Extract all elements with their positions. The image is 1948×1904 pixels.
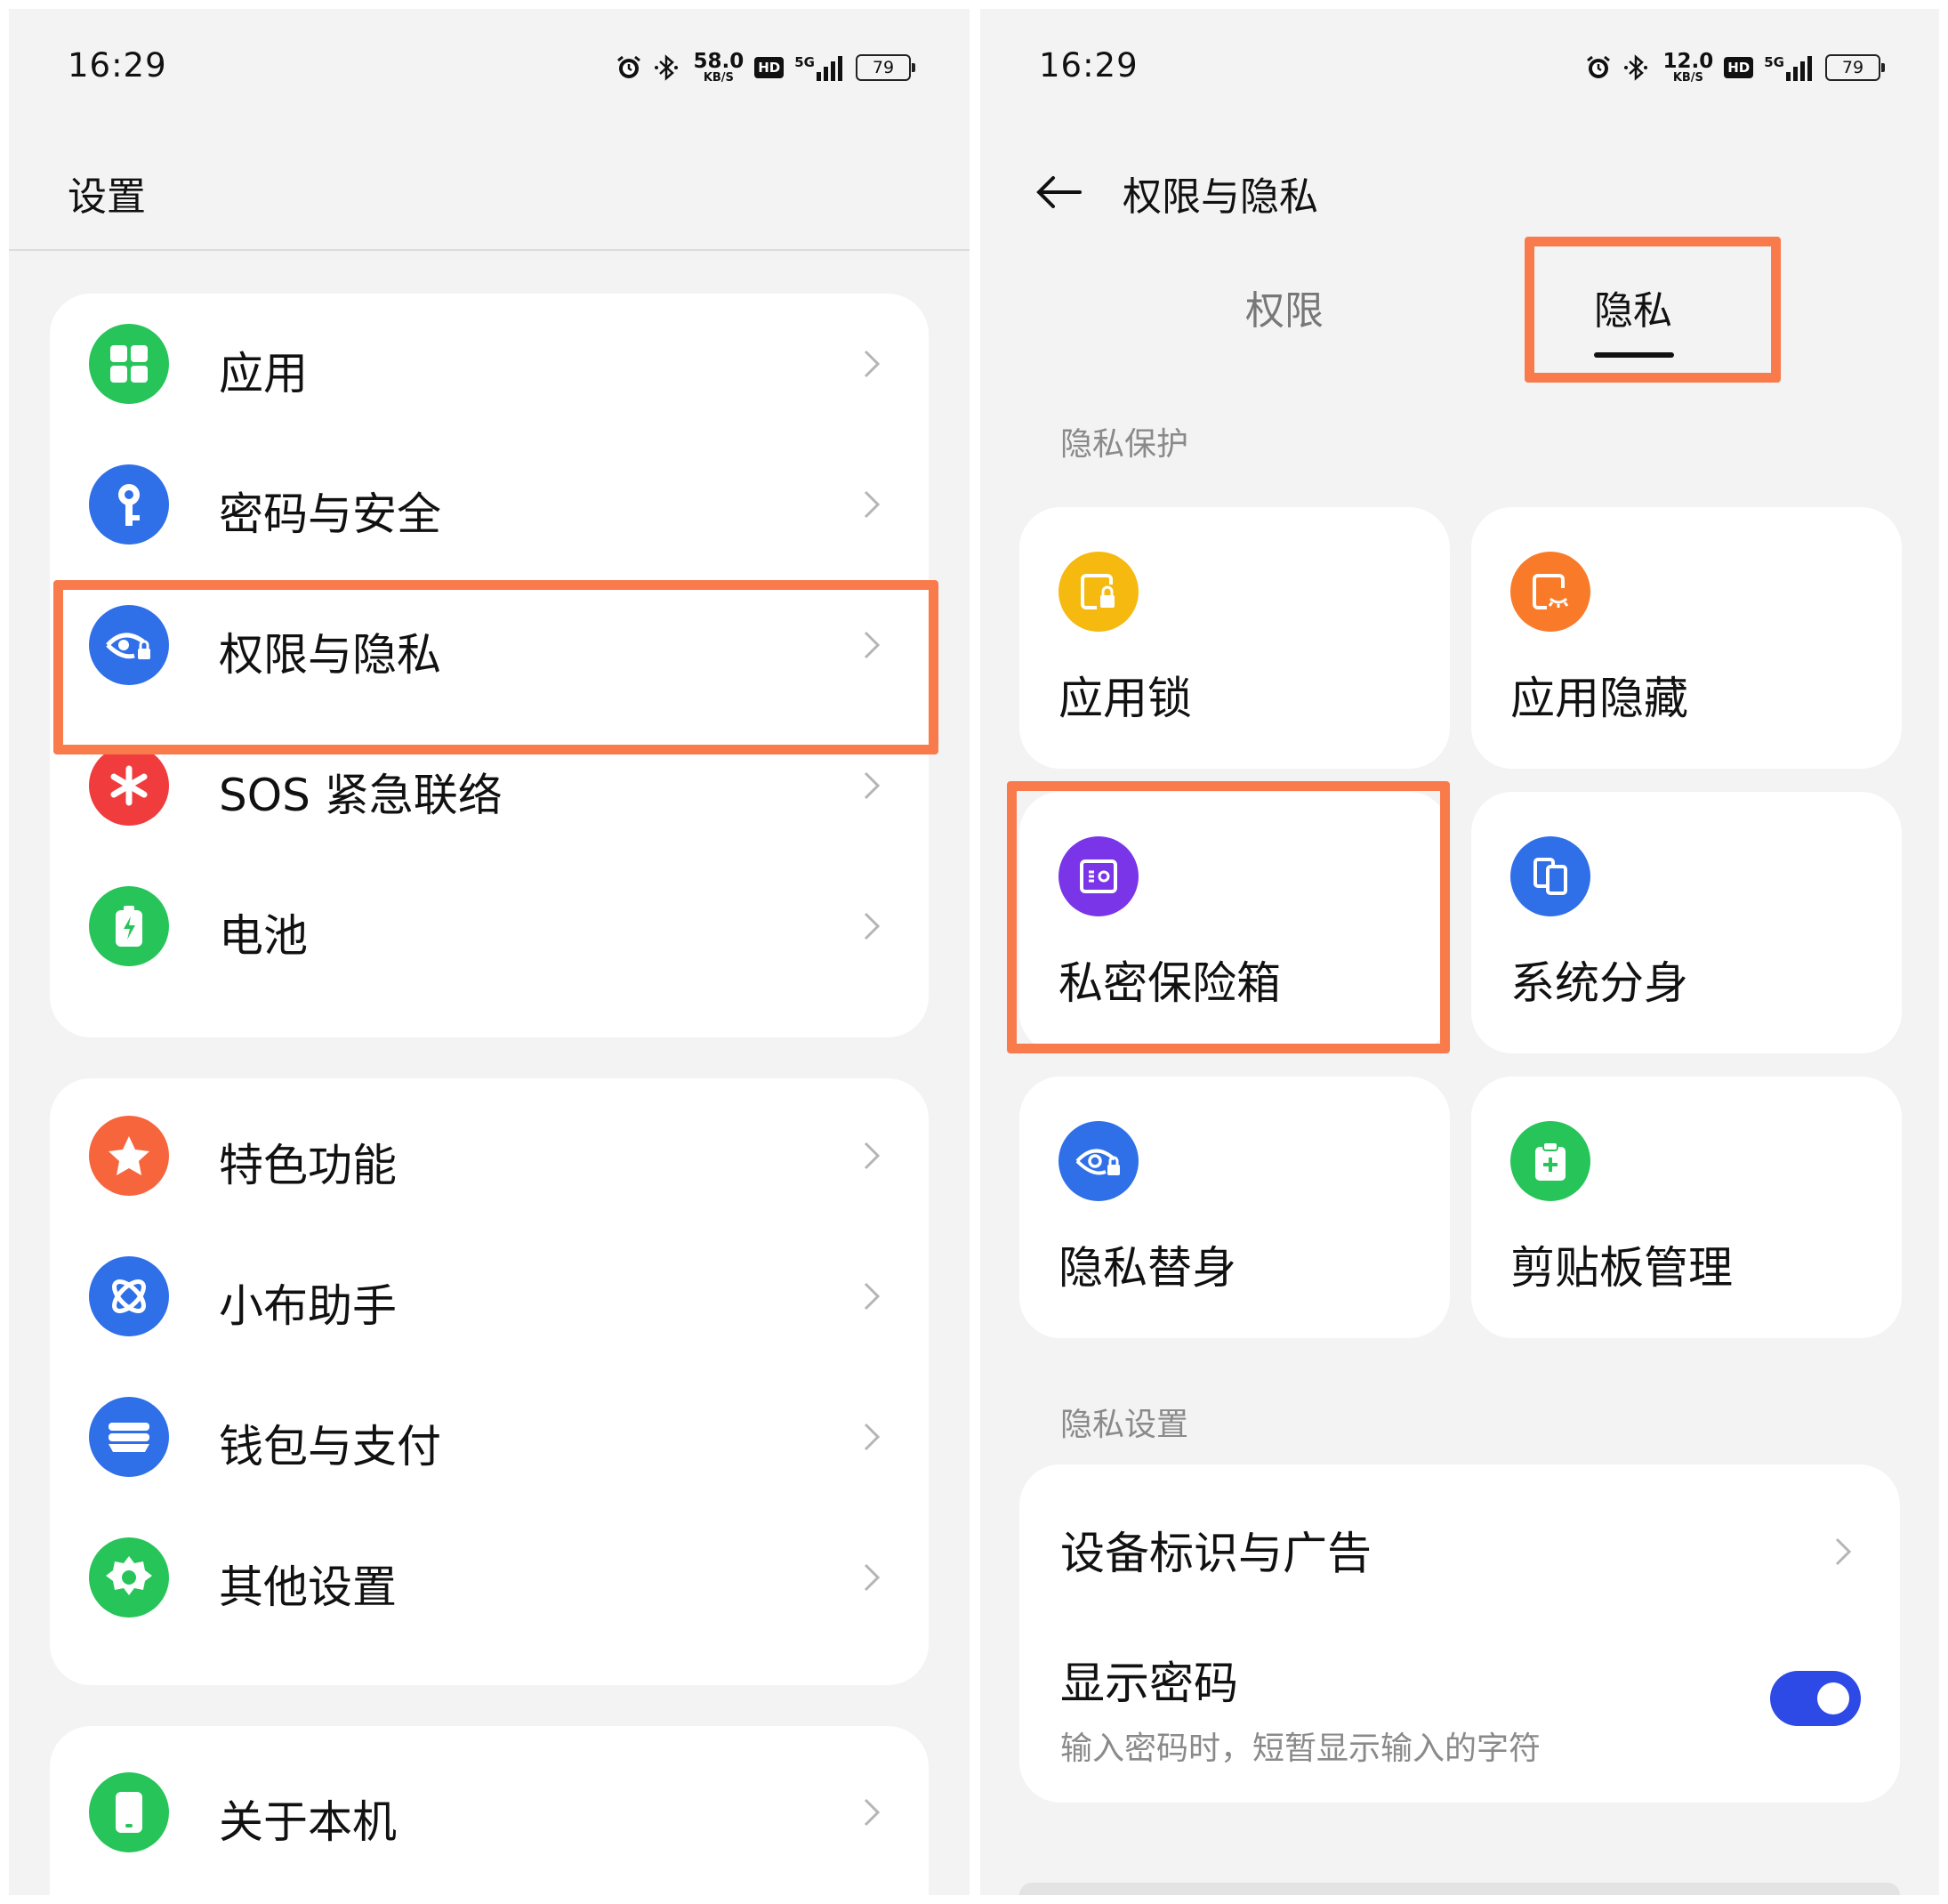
tab-permissions[interactable]: 权限 [1245,278,1324,335]
page-title: 设置 [68,174,146,220]
gear-icon [89,1537,169,1618]
alarm-icon [615,53,643,82]
settings-item-label: 钱包与支付 [219,1421,441,1472]
privacy-substitute-icon [1059,1121,1139,1201]
alarm-icon [1584,53,1613,82]
app-lock-icon [1059,552,1139,632]
settings-item-battery[interactable]: 电池 [50,856,929,996]
chevron-right-icon [864,771,881,800]
assistant-icon [89,1256,169,1336]
settings-item-wallet-payment[interactable]: 钱包与支付 [50,1367,929,1507]
tile-privacy-substitute[interactable]: 隐私替身 [1019,1077,1450,1338]
settings-item-password-security[interactable]: 密码与安全 [50,434,929,575]
chevron-right-icon [1835,1537,1852,1566]
settings-group-3: 关于本机 [50,1726,929,1895]
hd-badge: HD [1724,57,1754,78]
tile-label: 隐私替身 [1059,1242,1236,1294]
setting-show-password-description: 输入密码时，短暂显示输入的字符 [1060,1731,1541,1767]
settings-item-label: 电池 [219,910,308,962]
tile-app-lock[interactable]: 应用锁 [1019,507,1450,769]
setting-show-password: 显示密码 [1060,1658,1238,1709]
settings-item-assistant[interactable]: 小布助手 [50,1226,929,1367]
signal-icon: 5G [1764,54,1815,81]
settings-group-2: 特色功能 小布助手 钱包与支付 其他设置 [50,1078,929,1685]
chevron-right-icon [864,1563,881,1592]
signal-icon: 5G [794,54,845,81]
chevron-right-icon [864,1282,881,1311]
settings-item-label: 特色功能 [219,1140,397,1191]
section-header-privacy-settings: 隐私设置 [1060,1407,1189,1443]
settings-item-other-settings[interactable]: 其他设置 [50,1507,929,1648]
status-bar: 16:29 58.0 KB/S HD 5G 79 [9,9,970,133]
battery-indicator: 79 [1825,54,1885,81]
clipboard-icon [1510,1121,1590,1201]
chevron-right-icon [864,1142,881,1170]
apps-grid-icon [89,324,169,404]
tile-label: 系统分身 [1510,957,1688,1009]
bluetooth-icon [654,53,680,82]
tile-clipboard-management[interactable]: 剪贴板管理 [1471,1077,1902,1338]
next-card-edge [1019,1883,1900,1895]
key-icon [89,464,169,545]
chevron-right-icon [864,350,881,378]
settings-item-features[interactable]: 特色功能 [50,1085,929,1226]
header-divider [9,249,970,251]
chevron-right-icon [864,490,881,519]
hd-badge: HD [754,57,785,78]
status-time: 16:29 [68,46,167,85]
settings-screen: 16:29 58.0 KB/S HD 5G 79 设置 应用 密码与安全 权限与… [9,9,970,1895]
highlight-box-permissions-privacy [53,580,938,754]
chevron-right-icon [864,1423,881,1451]
tile-app-hide[interactable]: 应用隐藏 [1471,507,1902,769]
highlight-box-privacy-tab [1525,237,1781,383]
toggle-knob [1817,1682,1849,1714]
wallet-icon [89,1397,169,1477]
status-icons: 12.0 KB/S HD 5G 79 [1584,50,1885,85]
page-title: 权限与隐私 [1123,174,1318,220]
bluetooth-icon [1623,53,1650,82]
settings-item-label: 密码与安全 [219,488,441,540]
sos-asterisk-icon [89,746,169,826]
phone-icon [89,1772,169,1852]
section-header-privacy-protection: 隐私保护 [1060,426,1189,463]
network-speed: 12.0 KB/S [1662,50,1714,85]
settings-item-label: 其他设置 [219,1561,397,1613]
system-clone-icon [1510,836,1590,916]
settings-item-label: SOS 紧急联络 [219,770,503,821]
tile-label: 剪贴板管理 [1510,1242,1733,1294]
settings-item-about-phone[interactable]: 关于本机 [50,1742,929,1883]
network-type: 5G [794,54,815,70]
highlight-box-private-safe [1007,781,1450,1053]
back-arrow-icon[interactable] [1034,174,1083,210]
network-type: 5G [1764,54,1784,70]
app-hide-icon [1510,552,1590,632]
network-speed: 58.0 KB/S [693,50,745,85]
battery-indicator: 79 [856,54,915,81]
show-password-toggle[interactable] [1770,1671,1861,1726]
permissions-privacy-screen: 16:29 12.0 KB/S HD 5G 79 权限与隐私 权限 隐私 隐私保… [980,9,1939,1895]
star-icon [89,1116,169,1196]
tile-label: 应用锁 [1059,673,1192,724]
status-bar: 16:29 12.0 KB/S HD 5G 79 [980,9,1939,133]
tile-system-clone[interactable]: 系统分身 [1471,792,1902,1053]
battery-icon [89,886,169,966]
settings-item-label: 关于本机 [219,1796,397,1848]
settings-item-apps[interactable]: 应用 [50,294,929,434]
status-icons: 58.0 KB/S HD 5G 79 [615,50,915,85]
settings-item-label: 小布助手 [219,1280,397,1332]
status-time: 16:29 [1039,46,1139,85]
privacy-settings-card: 设备标识与广告 显示密码 输入密码时，短暂显示输入的字符 [1019,1464,1900,1803]
chevron-right-icon [864,912,881,940]
setting-device-id-ads[interactable]: 设备标识与广告 [1060,1518,1372,1582]
tile-label: 应用隐藏 [1510,673,1688,724]
chevron-right-icon [864,1798,881,1827]
settings-item-label: 应用 [219,348,308,399]
